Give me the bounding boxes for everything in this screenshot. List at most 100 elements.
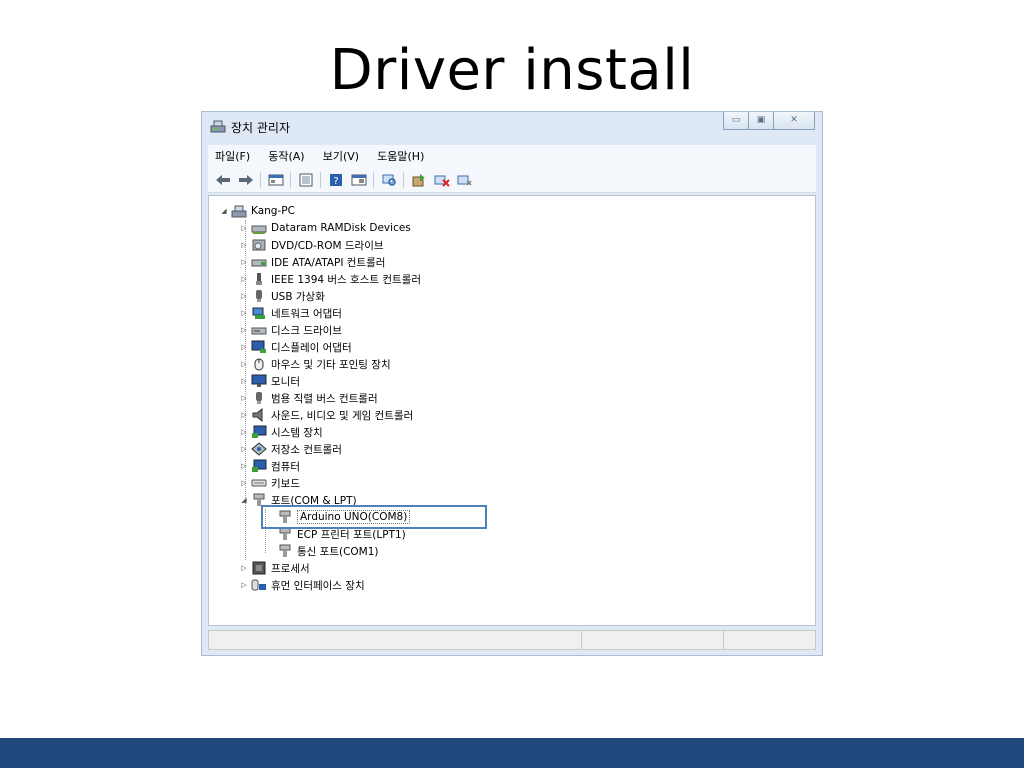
minimize-button[interactable]: ▭ <box>723 112 749 130</box>
tree-item-label: 키보드 <box>271 477 300 490</box>
tree-root[interactable]: ◢ Kang-PC <box>219 203 295 219</box>
tree-item[interactable]: ▷ 디스플레이 어댑터 <box>239 339 352 355</box>
expand-arrow-icon[interactable]: ▷ <box>239 360 249 368</box>
back-icon[interactable] <box>214 172 232 188</box>
collapse-arrow-icon[interactable]: ◢ <box>219 207 229 215</box>
tree-item-label: 사운드, 비디오 및 게임 컨트롤러 <box>271 409 414 422</box>
menu-file[interactable]: 파일(F) <box>215 146 250 168</box>
update-icon[interactable] <box>297 172 315 188</box>
status-divider <box>581 631 582 649</box>
tree-item[interactable]: ▷ 시스템 장치 <box>239 424 323 440</box>
window-controls: ▭ ▣ ✕ <box>723 112 815 131</box>
menu-help[interactable]: 도움말(H) <box>377 146 424 168</box>
expand-arrow-icon[interactable]: ▷ <box>239 275 249 283</box>
tree-item-label: IEEE 1394 버스 호스트 컨트롤러 <box>271 273 422 286</box>
expand-arrow-icon[interactable]: ▷ <box>239 462 249 470</box>
expand-arrow-icon[interactable]: ▷ <box>239 241 249 249</box>
dvd-drive-icon <box>252 239 266 251</box>
tree-item-label: DVD/CD-ROM 드라이브 <box>271 239 384 252</box>
display-adapter-icon <box>251 340 266 353</box>
ide-controller-icon <box>251 259 267 267</box>
tree-item[interactable]: ▷ IEEE 1394 버스 호스트 컨트롤러 <box>239 271 421 287</box>
toolbar-separator <box>403 171 404 188</box>
tree-item-label: Dataram RAMDisk Devices <box>271 222 411 234</box>
usb-icon <box>256 290 262 302</box>
slide-title: Driver install <box>329 38 695 103</box>
tree-item[interactable]: ▷ 저장소 컨트롤러 <box>239 441 342 457</box>
toolbar-separator <box>320 171 321 188</box>
show-hidden-icon[interactable] <box>350 172 368 188</box>
keyboard-icon <box>251 479 267 487</box>
tree-item-label: 컴퓨터 <box>271 460 300 473</box>
speaker-icon <box>252 408 263 422</box>
tree-item[interactable]: ▷ 네트워크 어댑터 <box>239 305 342 321</box>
menu-view[interactable]: 보기(V) <box>323 146 359 168</box>
tree-item[interactable]: ▷ 사운드, 비디오 및 게임 컨트롤러 <box>239 407 413 423</box>
expand-arrow-icon[interactable]: ▷ <box>239 258 249 266</box>
tree-item-label: 휴먼 인터페이스 장치 <box>271 579 365 592</box>
tree-item[interactable]: ▷ Dataram RAMDisk Devices <box>239 220 411 236</box>
port-icon <box>279 544 291 557</box>
computer-icon <box>252 459 267 472</box>
device-manager-icon <box>210 120 226 133</box>
help-icon[interactable]: ? <box>327 172 345 188</box>
tree-item[interactable]: ▷ 모니터 <box>239 373 300 389</box>
expand-arrow-icon[interactable]: ▷ <box>239 326 249 334</box>
expand-arrow-icon[interactable]: ▷ <box>239 581 249 589</box>
expand-arrow-icon[interactable]: ▷ <box>239 343 249 351</box>
tree-item-label: 범용 직렬 버스 컨트롤러 <box>271 392 378 405</box>
expand-arrow-icon[interactable]: ▷ <box>239 394 249 402</box>
update-driver-icon[interactable] <box>410 172 428 188</box>
mouse-icon <box>254 358 264 371</box>
disable-icon[interactable] <box>456 172 474 188</box>
expand-arrow-icon[interactable]: ▷ <box>239 445 249 453</box>
storage-controller-icon <box>251 442 267 456</box>
tree-item-label: 시스템 장치 <box>271 426 323 439</box>
computer-icon <box>231 205 247 218</box>
forward-icon[interactable] <box>237 172 255 188</box>
tree-item-label: 저장소 컨트롤러 <box>271 443 342 456</box>
toolbar-separator <box>290 171 291 188</box>
expand-arrow-icon[interactable]: ▷ <box>239 292 249 300</box>
port-icon <box>279 527 291 540</box>
system-device-icon <box>252 425 267 438</box>
tree-item-label: USB 가상화 <box>271 290 325 303</box>
tree-child-com1[interactable]: 통신 포트(COM1) <box>265 543 379 559</box>
scan-icon[interactable] <box>380 172 398 188</box>
tree-item[interactable]: ▷ 마우스 및 기타 포인팅 장치 <box>239 356 391 372</box>
maximize-button[interactable]: ▣ <box>748 112 774 130</box>
tree-item[interactable]: ▷ USB 가상화 <box>239 288 325 304</box>
tree-root-label: Kang-PC <box>251 205 295 217</box>
properties-icon[interactable] <box>267 172 285 188</box>
expand-arrow-icon[interactable]: ▷ <box>239 428 249 436</box>
uninstall-icon[interactable] <box>433 172 451 188</box>
toolbar-separator <box>373 171 374 188</box>
collapse-arrow-icon[interactable]: ◢ <box>239 496 249 504</box>
expand-arrow-icon[interactable]: ▷ <box>239 564 249 572</box>
tree-item-label: 모니터 <box>271 375 300 388</box>
usb-controller-icon <box>256 392 262 404</box>
title-bar[interactable]: 장치 관리자 ▭ ▣ ✕ <box>202 112 822 140</box>
tree-item[interactable]: ▷ DVD/CD-ROM 드라이브 <box>239 237 384 253</box>
tree-item[interactable]: ▷ 디스크 드라이브 <box>239 322 342 338</box>
tree-item[interactable]: ▷ 프로세서 <box>239 560 310 576</box>
disk-drive-icon <box>251 327 267 335</box>
ramdisk-icon <box>251 225 267 234</box>
menu-action[interactable]: 동작(A) <box>268 146 304 168</box>
close-button[interactable]: ✕ <box>773 112 815 130</box>
expand-arrow-icon[interactable]: ▷ <box>239 309 249 317</box>
expand-arrow-icon[interactable]: ▷ <box>239 479 249 487</box>
tree-item-label: 디스플레이 어댑터 <box>271 341 352 354</box>
tree-item[interactable]: ▷ 휴먼 인터페이스 장치 <box>239 577 365 593</box>
tree-item[interactable]: ▷ 컴퓨터 <box>239 458 300 474</box>
tree-item[interactable]: ▷ IDE ATA/ATAPI 컨트롤러 <box>239 254 385 270</box>
tree-item[interactable]: ▷ 범용 직렬 버스 컨트롤러 <box>239 390 378 406</box>
tree-item-label: 마우스 및 기타 포인팅 장치 <box>271 358 391 371</box>
expand-arrow-icon[interactable]: ▷ <box>239 411 249 419</box>
device-manager-window: 장치 관리자 ▭ ▣ ✕ 파일(F) 동작(A) 보기(V) 도움말(H) ? … <box>201 111 823 656</box>
device-tree[interactable]: ◢ Kang-PC ▷ Dataram RAMDisk Devices ▷ DVD/… <box>208 195 816 626</box>
tree-item[interactable]: ▷ 키보드 <box>239 475 300 491</box>
expand-arrow-icon[interactable]: ▷ <box>239 224 249 232</box>
expand-arrow-icon[interactable]: ▷ <box>239 377 249 385</box>
toolbar: ? <box>208 167 816 193</box>
